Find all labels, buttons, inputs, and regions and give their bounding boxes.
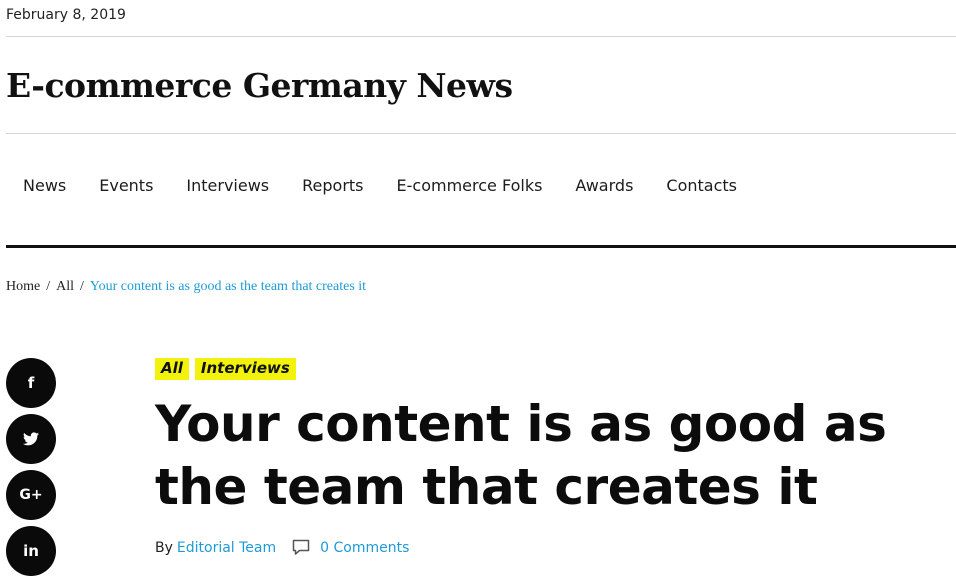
breadcrumb-section[interactable]: All — [56, 279, 74, 294]
site-title[interactable]: E-commerce Germany News — [6, 66, 513, 105]
tag-all[interactable]: All — [155, 358, 189, 380]
nav-item-reports[interactable]: Reports — [285, 176, 379, 195]
facebook-share-button[interactable]: f — [6, 358, 56, 408]
article-meta: By Editorial Team 0 Comments — [155, 539, 409, 556]
nav-item-awards[interactable]: Awards — [558, 176, 649, 195]
article-title: Your content is as good as the team that… — [155, 395, 887, 516]
comment-icon — [292, 539, 310, 556]
nav-item-interviews[interactable]: Interviews — [169, 176, 285, 195]
breadcrumb-separator: / — [80, 279, 84, 294]
linkedin-icon: in — [23, 542, 39, 560]
author-link[interactable]: Editorial Team — [177, 540, 276, 556]
title-divider — [6, 133, 956, 134]
facebook-icon: f — [27, 374, 35, 392]
breadcrumb: Home / All / Your content is as good as the … — [6, 279, 366, 295]
nav-item-ecommerce-folks[interactable]: E-commerce Folks — [380, 176, 559, 195]
nav-item-contacts[interactable]: Contacts — [649, 176, 753, 195]
breadcrumb-separator: / — [46, 279, 51, 294]
by-label: By — [155, 539, 173, 556]
header-date: February 8, 2019 — [6, 7, 126, 23]
twitter-icon — [23, 432, 39, 446]
linkedin-share-button[interactable]: in — [6, 526, 56, 576]
breadcrumb-home[interactable]: Home — [6, 279, 40, 294]
header-divider — [6, 36, 956, 37]
twitter-share-button[interactable] — [6, 414, 56, 464]
comments-link[interactable]: 0 Comments — [320, 540, 409, 556]
article-tags: All Interviews — [155, 358, 296, 380]
nav-divider — [6, 245, 956, 248]
main-nav: News Events Interviews Reports E-commerc… — [6, 176, 753, 195]
nav-item-news[interactable]: News — [6, 176, 82, 195]
googleplus-share-button[interactable]: G+ — [6, 470, 56, 520]
googleplus-icon: G+ — [19, 487, 43, 503]
tag-interviews[interactable]: Interviews — [194, 358, 296, 380]
breadcrumb-current: Your content is as good as the team that… — [89, 279, 367, 294]
share-bar: f G+ in — [6, 358, 56, 576]
nav-item-events[interactable]: Events — [82, 176, 169, 195]
